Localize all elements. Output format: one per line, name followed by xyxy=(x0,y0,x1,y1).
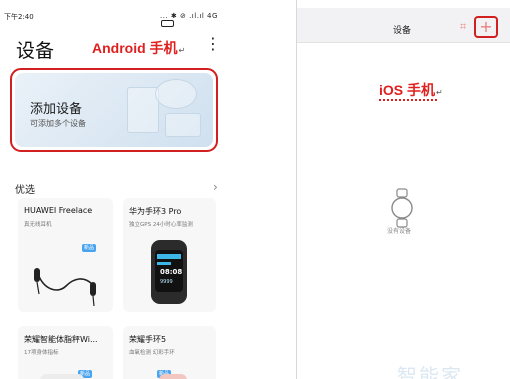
android-platform-label: Android 手机↵ xyxy=(92,38,185,58)
paragraph-mark-icon: ↵ xyxy=(178,46,186,55)
watch-empty-icon xyxy=(391,188,413,228)
product-card-band5[interactable]: 荣耀手环5 血氧检测 幻彩手环 新品 xyxy=(123,326,216,379)
product-card-freelace[interactable]: HUAWEI Freelace 真无线耳机 新品 xyxy=(18,198,113,312)
add-device-card[interactable]: 添加设备 可添加多个设备 xyxy=(15,73,213,147)
status-time: 下午2:40 xyxy=(4,13,34,21)
ios-label-text: iOS 手机 xyxy=(379,82,436,98)
scale-image-icon xyxy=(40,374,84,379)
product-name: 荣耀手环5 xyxy=(129,335,167,344)
device-illustration-icon xyxy=(165,113,201,137)
paragraph-mark-icon: ↵ xyxy=(436,88,443,97)
more-options-icon[interactable]: ⋮ xyxy=(205,36,221,52)
earphones-icon xyxy=(34,268,96,307)
watermark: 智能家 xyxy=(397,364,463,379)
band-5-image-icon xyxy=(159,374,187,379)
chevron-right-icon[interactable]: › xyxy=(213,180,218,194)
featured-section-title: 优选 xyxy=(15,185,35,196)
product-name: 荣耀智能体脂秤Wi... xyxy=(24,335,98,344)
android-label-text: Android 手机 xyxy=(92,40,178,56)
band-3-pro-icon xyxy=(151,240,187,304)
page-title: 设备 xyxy=(16,40,55,62)
product-card-scale[interactable]: 荣耀智能体脂秤Wi... 17项身体指标 新品 xyxy=(18,326,113,379)
add-device-plus-icon[interactable]: + xyxy=(478,16,494,38)
scan-icon[interactable]: ⌗ xyxy=(460,20,466,34)
product-card-band3pro[interactable]: 华为手环3 Pro 独立GPS 24小时心率监测 08:08 9999 xyxy=(123,198,216,312)
add-device-subtitle: 可添加多个设备 xyxy=(30,119,86,128)
no-device-text: 没有设备 xyxy=(387,228,412,235)
product-desc: 血氧检测 幻彩手环 xyxy=(129,350,175,356)
ios-label-underline xyxy=(379,97,437,101)
band-screen-time: 08:08 xyxy=(160,268,183,276)
ios-screen: 设备 ⌗ + iOS 手机↵ 没有设备 智能家 xyxy=(296,0,510,379)
ios-page-title: 设备 xyxy=(393,26,412,36)
band-screen-steps: 9999 xyxy=(160,279,173,285)
battery-icon xyxy=(161,20,174,27)
android-screen: 下午2:40 ... ✱ ⊘ .ıl.ıl 4G 设备 Android 手机↵ … xyxy=(0,0,228,379)
add-device-title: 添加设备 xyxy=(30,102,83,117)
status-icons: ... ✱ ⊘ .ıl.ıl 4G xyxy=(160,12,228,28)
status-icon-group: ... ✱ ⊘ .ıl.ıl 4G xyxy=(160,12,218,20)
watch-illustration-icon xyxy=(155,79,197,109)
product-desc: 17项身体指标 xyxy=(24,350,59,356)
